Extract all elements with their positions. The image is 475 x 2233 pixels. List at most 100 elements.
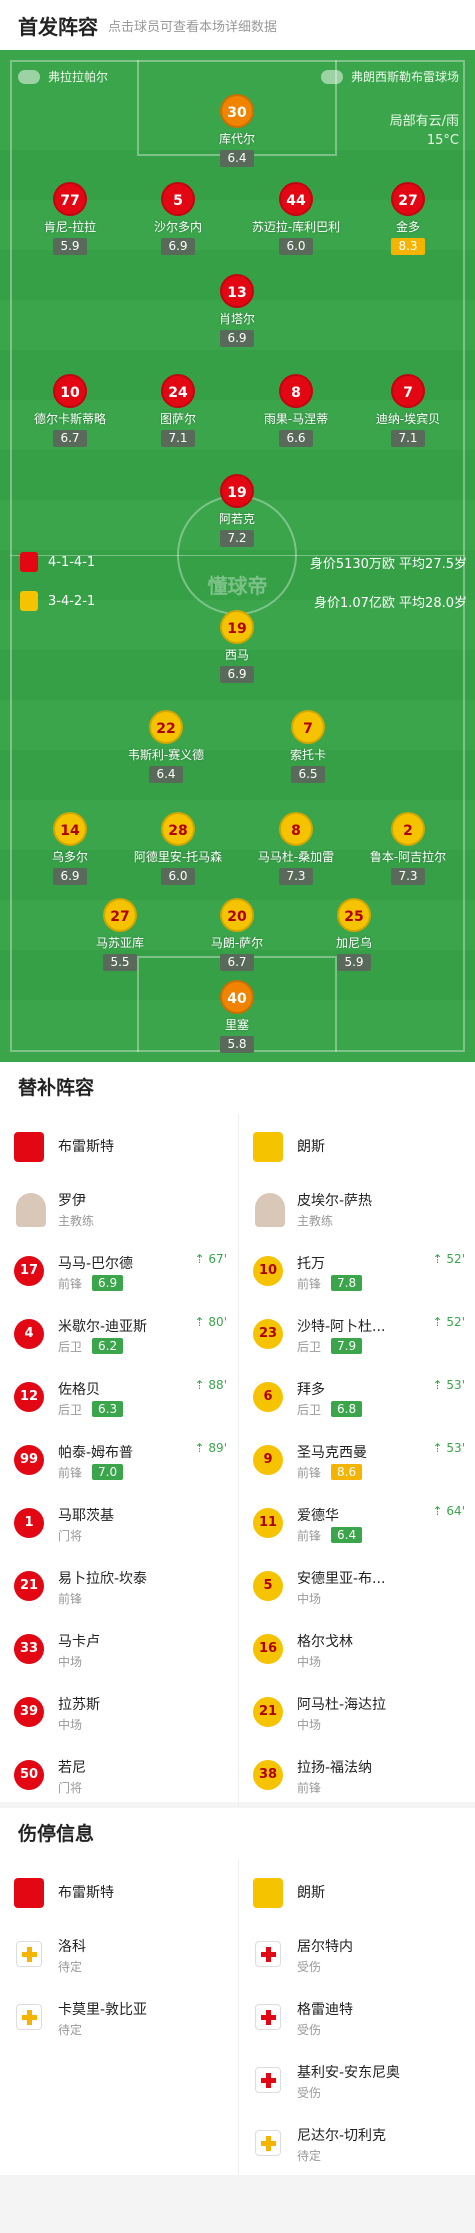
sub-in-minute: ⇡ 52' (433, 1252, 465, 1266)
sub-in-icon: ⇡ (432, 1441, 447, 1455)
player-position: 门将 (58, 1529, 83, 1543)
sub-player-row[interactable]: 6 拜多 后卫 6.8 ⇡ 53' (239, 1366, 475, 1429)
injury-row[interactable]: 居尔特内 受伤 (239, 1923, 475, 1986)
jersey-number: 7 (391, 374, 425, 408)
home-player[interactable]: 5 沙尔多内 6.9 (123, 182, 233, 255)
away-player[interactable]: 28 阿德里安-托马森 6.0 (123, 812, 233, 885)
coach-row[interactable]: 皮埃尔-萨热 主教练 (239, 1177, 475, 1240)
sub-player-row[interactable]: 9 圣马克西曼 前锋 8.6 ⇡ 53' (239, 1429, 475, 1492)
player-rating: 6.7 (220, 954, 254, 971)
sub-player-row[interactable]: 21 易卜拉欣-坎泰 前锋 (0, 1555, 237, 1618)
lens-logo-icon (253, 1132, 283, 1162)
sub-minute: 64' (446, 1504, 465, 1518)
player-name: 德尔卡斯蒂略 (33, 412, 106, 426)
jersey-number: 6 (253, 1382, 283, 1412)
sub-minute: 67' (208, 1252, 227, 1266)
player-position: 前锋 (297, 1277, 322, 1291)
sub-player-row[interactable]: 10 托万 前锋 7.8 ⇡ 52' (239, 1240, 475, 1303)
home-player[interactable]: 10 德尔卡斯蒂略 6.7 (15, 374, 125, 447)
player-name: 雨果-马涅蒂 (263, 412, 329, 426)
away-player[interactable]: 20 马朗-萨尔 6.7 (182, 898, 292, 971)
player-rating: 6.0 (279, 238, 313, 255)
player-rating: 7.1 (391, 430, 425, 447)
sub-player-row[interactable]: 11 爱德华 前锋 6.4 ⇡ 64' (239, 1492, 475, 1555)
sub-player-row[interactable]: 1 马耶茨基 门将 (0, 1492, 237, 1555)
injury-row[interactable]: 洛科 待定 (0, 1923, 237, 1986)
injury-status: 待定 (297, 2149, 322, 2163)
player-rating: 5.9 (337, 954, 371, 971)
injury-row[interactable]: 格雷迪特 受伤 (239, 1986, 475, 2049)
home-player[interactable]: 8 雨果-马涅蒂 6.6 (241, 374, 351, 447)
sub-player-row[interactable]: 39 拉苏斯 中场 (0, 1681, 237, 1744)
sub-player-row[interactable]: 33 马卡卢 中场 (0, 1618, 237, 1681)
jersey-number: 21 (253, 1697, 283, 1727)
sub-player-row[interactable]: 16 格尔戈林 中场 (239, 1618, 475, 1681)
away-player[interactable]: 25 加尼乌 5.9 (299, 898, 409, 971)
coach-avatar (255, 1193, 285, 1227)
away-player[interactable]: 40 里塞 5.8 (182, 980, 292, 1053)
away-player[interactable]: 19 西马 6.9 (182, 610, 292, 683)
home-player[interactable]: 7 迪纳-埃宾贝 7.1 (353, 374, 463, 447)
injury-row[interactable]: 基利安-安东尼奥 受伤 (239, 2049, 475, 2112)
away-player[interactable]: 22 韦斯利-赛义德 6.4 (111, 710, 221, 783)
sub-in-icon: ⇡ (432, 1315, 447, 1329)
player-position: 前锋 (58, 1277, 83, 1291)
home-player[interactable]: 19 阿若克 7.2 (182, 474, 292, 547)
sub-in-minute: ⇡ 52' (433, 1315, 465, 1329)
sub-player-row[interactable]: 50 若尼 门将 (0, 1744, 237, 1807)
player-name: 马马杜-桑加雷 (257, 850, 335, 864)
lineup-header: 首发阵容 点击球员可查看本场详细数据 (0, 0, 475, 50)
injury-status: 受伤 (297, 2086, 322, 2100)
jersey-number: 23 (253, 1319, 283, 1349)
sub-player-row[interactable]: 17 马马-巴尔德 前锋 6.9 ⇡ 67' (0, 1240, 237, 1303)
home-player[interactable]: 13 肖塔尔 6.9 (182, 274, 292, 347)
medical-cross-icon (255, 2067, 281, 2093)
player-name: 佐格贝 (58, 1382, 100, 1398)
player-name: 托万 (297, 1256, 325, 1272)
player-name: 格尔戈林 (297, 1634, 353, 1650)
player-name: 加尼乌 (335, 936, 372, 950)
player-name: 拜多 (297, 1382, 325, 1398)
home-player[interactable]: 77 肯尼-拉拉 5.9 (15, 182, 125, 255)
sub-player-row[interactable]: 38 拉扬-福法纳 前锋 (239, 1744, 475, 1807)
player-name: 圣马克西曼 (297, 1445, 367, 1461)
player-name: 卡莫里-敦比亚 (58, 2002, 148, 2018)
subs-panel: 布雷斯特 罗伊 主教练 17 马马-巴尔德 前锋 6.9 ⇡ 67' 4 米歇尔-迪亚斯 后卫 6.2… (0, 1114, 475, 1807)
home-player[interactable]: 30 库代尔 6.4 (182, 94, 292, 167)
home-player[interactable]: 44 苏迈拉-库利巴利 6.0 (241, 182, 351, 255)
jersey-number: 17 (14, 1256, 44, 1286)
stadium-label: 弗朗西斯勒布雷球场 (313, 68, 459, 85)
away-player[interactable]: 7 索托卡 6.5 (253, 710, 363, 783)
injury-row[interactable]: 卡莫里-敦比亚 待定 (0, 1986, 237, 2049)
away-player[interactable]: 14 乌多尔 6.9 (15, 812, 125, 885)
away-player[interactable]: 2 鲁本-阿吉拉尔 7.3 (353, 812, 463, 885)
player-name: 马苏亚库 (95, 936, 144, 950)
sub-player-row[interactable]: 21 阿马杜-海达拉 中场 (239, 1681, 475, 1744)
sub-player-row[interactable]: 5 安德里亚-布... 中场 (239, 1555, 475, 1618)
away-player[interactable]: 8 马马杜-桑加雷 7.3 (241, 812, 351, 885)
jersey-number: 4 (14, 1319, 44, 1349)
home-player[interactable]: 27 金多 8.3 (353, 182, 463, 255)
medical-cross-icon (16, 1941, 42, 1967)
lens-logo-icon (20, 591, 38, 611)
jersey-number: 38 (253, 1760, 283, 1790)
medical-cross-icon (255, 1941, 281, 1967)
player-name: 尼达尔-切利克 (297, 2128, 387, 2144)
player-position: 前锋 (297, 1529, 322, 1543)
player-position: 后卫 (297, 1340, 322, 1354)
player-position: 后卫 (297, 1403, 322, 1417)
sub-player-row[interactable]: 12 佐格贝 后卫 6.3 ⇡ 88' (0, 1366, 237, 1429)
sub-player-row[interactable]: 99 帕泰-姆布普 前锋 7.0 ⇡ 89' (0, 1429, 237, 1492)
injury-row[interactable]: 尼达尔-切利克 待定 (239, 2112, 475, 2175)
player-rating: 6.7 (53, 430, 87, 447)
coach-row[interactable]: 罗伊 主教练 (0, 1177, 237, 1240)
away-player[interactable]: 27 马苏亚库 5.5 (65, 898, 175, 971)
home-player[interactable]: 24 图萨尔 7.1 (123, 374, 233, 447)
sub-player-row[interactable]: 4 米歇尔-迪亚斯 后卫 6.2 ⇡ 80' (0, 1303, 237, 1366)
player-name: 易卜拉欣-坎泰 (58, 1571, 148, 1587)
player-rating: 6.2 (92, 1338, 124, 1354)
jersey-number: 50 (14, 1760, 44, 1790)
subs-away-column: 朗斯 皮埃尔-萨热 主教练 10 托万 前锋 7.8 ⇡ 52' 23 沙特-阿卜杜... 后卫 7.… (238, 1114, 475, 1807)
player-name: 韦斯利-赛义德 (127, 748, 205, 762)
sub-player-row[interactable]: 23 沙特-阿卜杜... 后卫 7.9 ⇡ 52' (239, 1303, 475, 1366)
